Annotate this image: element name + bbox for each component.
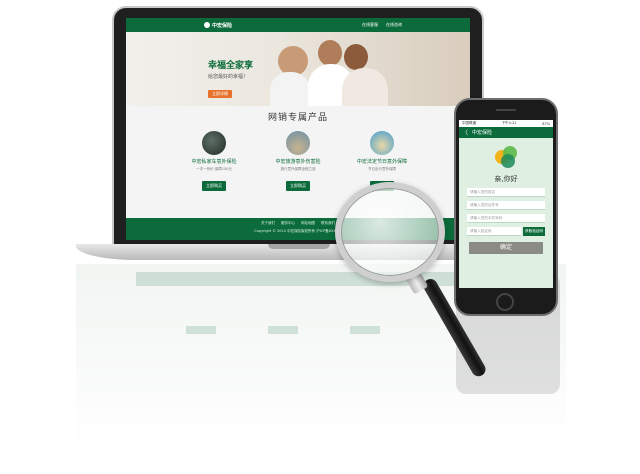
product-name[interactable]: 中宏旅游意外伤害险 <box>269 158 327 165</box>
hero-subtitle: 给您最好的幸福！ <box>208 74 249 80</box>
status-bar: 中国联通 下午4:21 87% <box>459 120 553 127</box>
back-icon[interactable]: 〈 <box>462 128 468 137</box>
brand-logo-icon <box>493 146 519 168</box>
products-row: 中宏私家车意外保险 一次一份价 保障100元 立即购买 中宏旅游意外伤害险 旅行… <box>126 131 470 191</box>
product-desc: 一次一份价 保障100元 <box>196 167 232 171</box>
mobile-input[interactable]: 请输入您的手机号码 <box>467 214 545 223</box>
battery-label: 87% <box>542 121 550 126</box>
laptop-notch <box>268 244 330 249</box>
app-bar: 〈 中宏保险 <box>459 127 553 138</box>
app-title: 中宏保险 <box>472 130 493 136</box>
magnifier-lens-icon <box>335 182 445 282</box>
product-card: 中宏旅游意外伤害险 旅行意外保障全程之选 立即购买 <box>269 131 327 191</box>
phone-home-button[interactable] <box>496 293 514 311</box>
buy-button[interactable]: 立即购买 <box>286 181 310 191</box>
hero-text: 幸福全家享 给您最好的幸福！ 立即详情 <box>208 58 253 99</box>
id-number-input[interactable]: 请输入您的证件号 <box>467 201 545 210</box>
header-link-consult[interactable]: 在线咨询 <box>386 22 402 28</box>
holiday-insurance-image <box>370 131 394 155</box>
phone-speaker <box>496 109 516 111</box>
family-photo <box>264 38 414 106</box>
buy-button[interactable]: 立即购买 <box>202 181 226 191</box>
footer-link[interactable]: 服务中心 <box>281 221 295 226</box>
status-time: 下午4:21 <box>501 121 517 125</box>
name-input[interactable]: 请输入您的姓名 <box>467 188 545 197</box>
footer-link[interactable]: 网站地图 <box>301 221 315 226</box>
car-insurance-image <box>202 131 226 155</box>
travel-insurance-image <box>286 131 310 155</box>
header-links: 在线客服 在线咨询 <box>362 22 402 28</box>
products-title: 网销专属产品 <box>267 113 328 123</box>
verification-code-input[interactable]: 请输入验证码 <box>467 227 522 236</box>
hero-banner: 幸福全家享 给您最好的幸福！ 立即详情 <box>126 32 470 106</box>
confirm-button[interactable]: 确定 <box>469 242 543 254</box>
product-desc: 节日出行意外保障 <box>368 167 396 171</box>
hero-title: 幸福全家享 <box>208 61 254 71</box>
logo-text: 中宏保险 <box>212 22 233 29</box>
code-row: 请输入验证码 获取验证码 <box>467 227 545 236</box>
product-desc: 旅行意外保障全程之选 <box>280 167 316 171</box>
site-header: 中宏保险 在线客服 在线咨询 <box>126 18 470 32</box>
carrier-label: 中国联通 <box>462 121 476 125</box>
reflection-button <box>268 326 298 334</box>
product-card: 中宏私家车意外保险 一次一份价 保障100元 立即购买 <box>185 131 243 191</box>
product-name[interactable]: 中宏法定节日意外保障 <box>353 158 411 165</box>
product-name[interactable]: 中宏私家车意外保险 <box>185 158 243 165</box>
header-link-service[interactable]: 在线客服 <box>362 22 378 28</box>
greeting-text: 亲,你好 <box>494 175 518 183</box>
site-logo[interactable]: 中宏保险 <box>204 22 232 29</box>
reflection-button <box>350 326 380 334</box>
hero-detail-button[interactable]: 立即详情 <box>208 90 232 98</box>
footer-link[interactable]: 关于我们 <box>261 221 275 226</box>
get-code-button[interactable]: 获取验证码 <box>523 227 545 236</box>
logo-icon <box>204 22 210 28</box>
reflection-button <box>186 326 216 334</box>
footer-link[interactable]: 联系我们 <box>321 221 335 226</box>
phone-screen: 中国联通 下午4:21 87% 〈 中宏保险 亲,你好 请输入您的姓名 请输入您… <box>459 120 553 288</box>
